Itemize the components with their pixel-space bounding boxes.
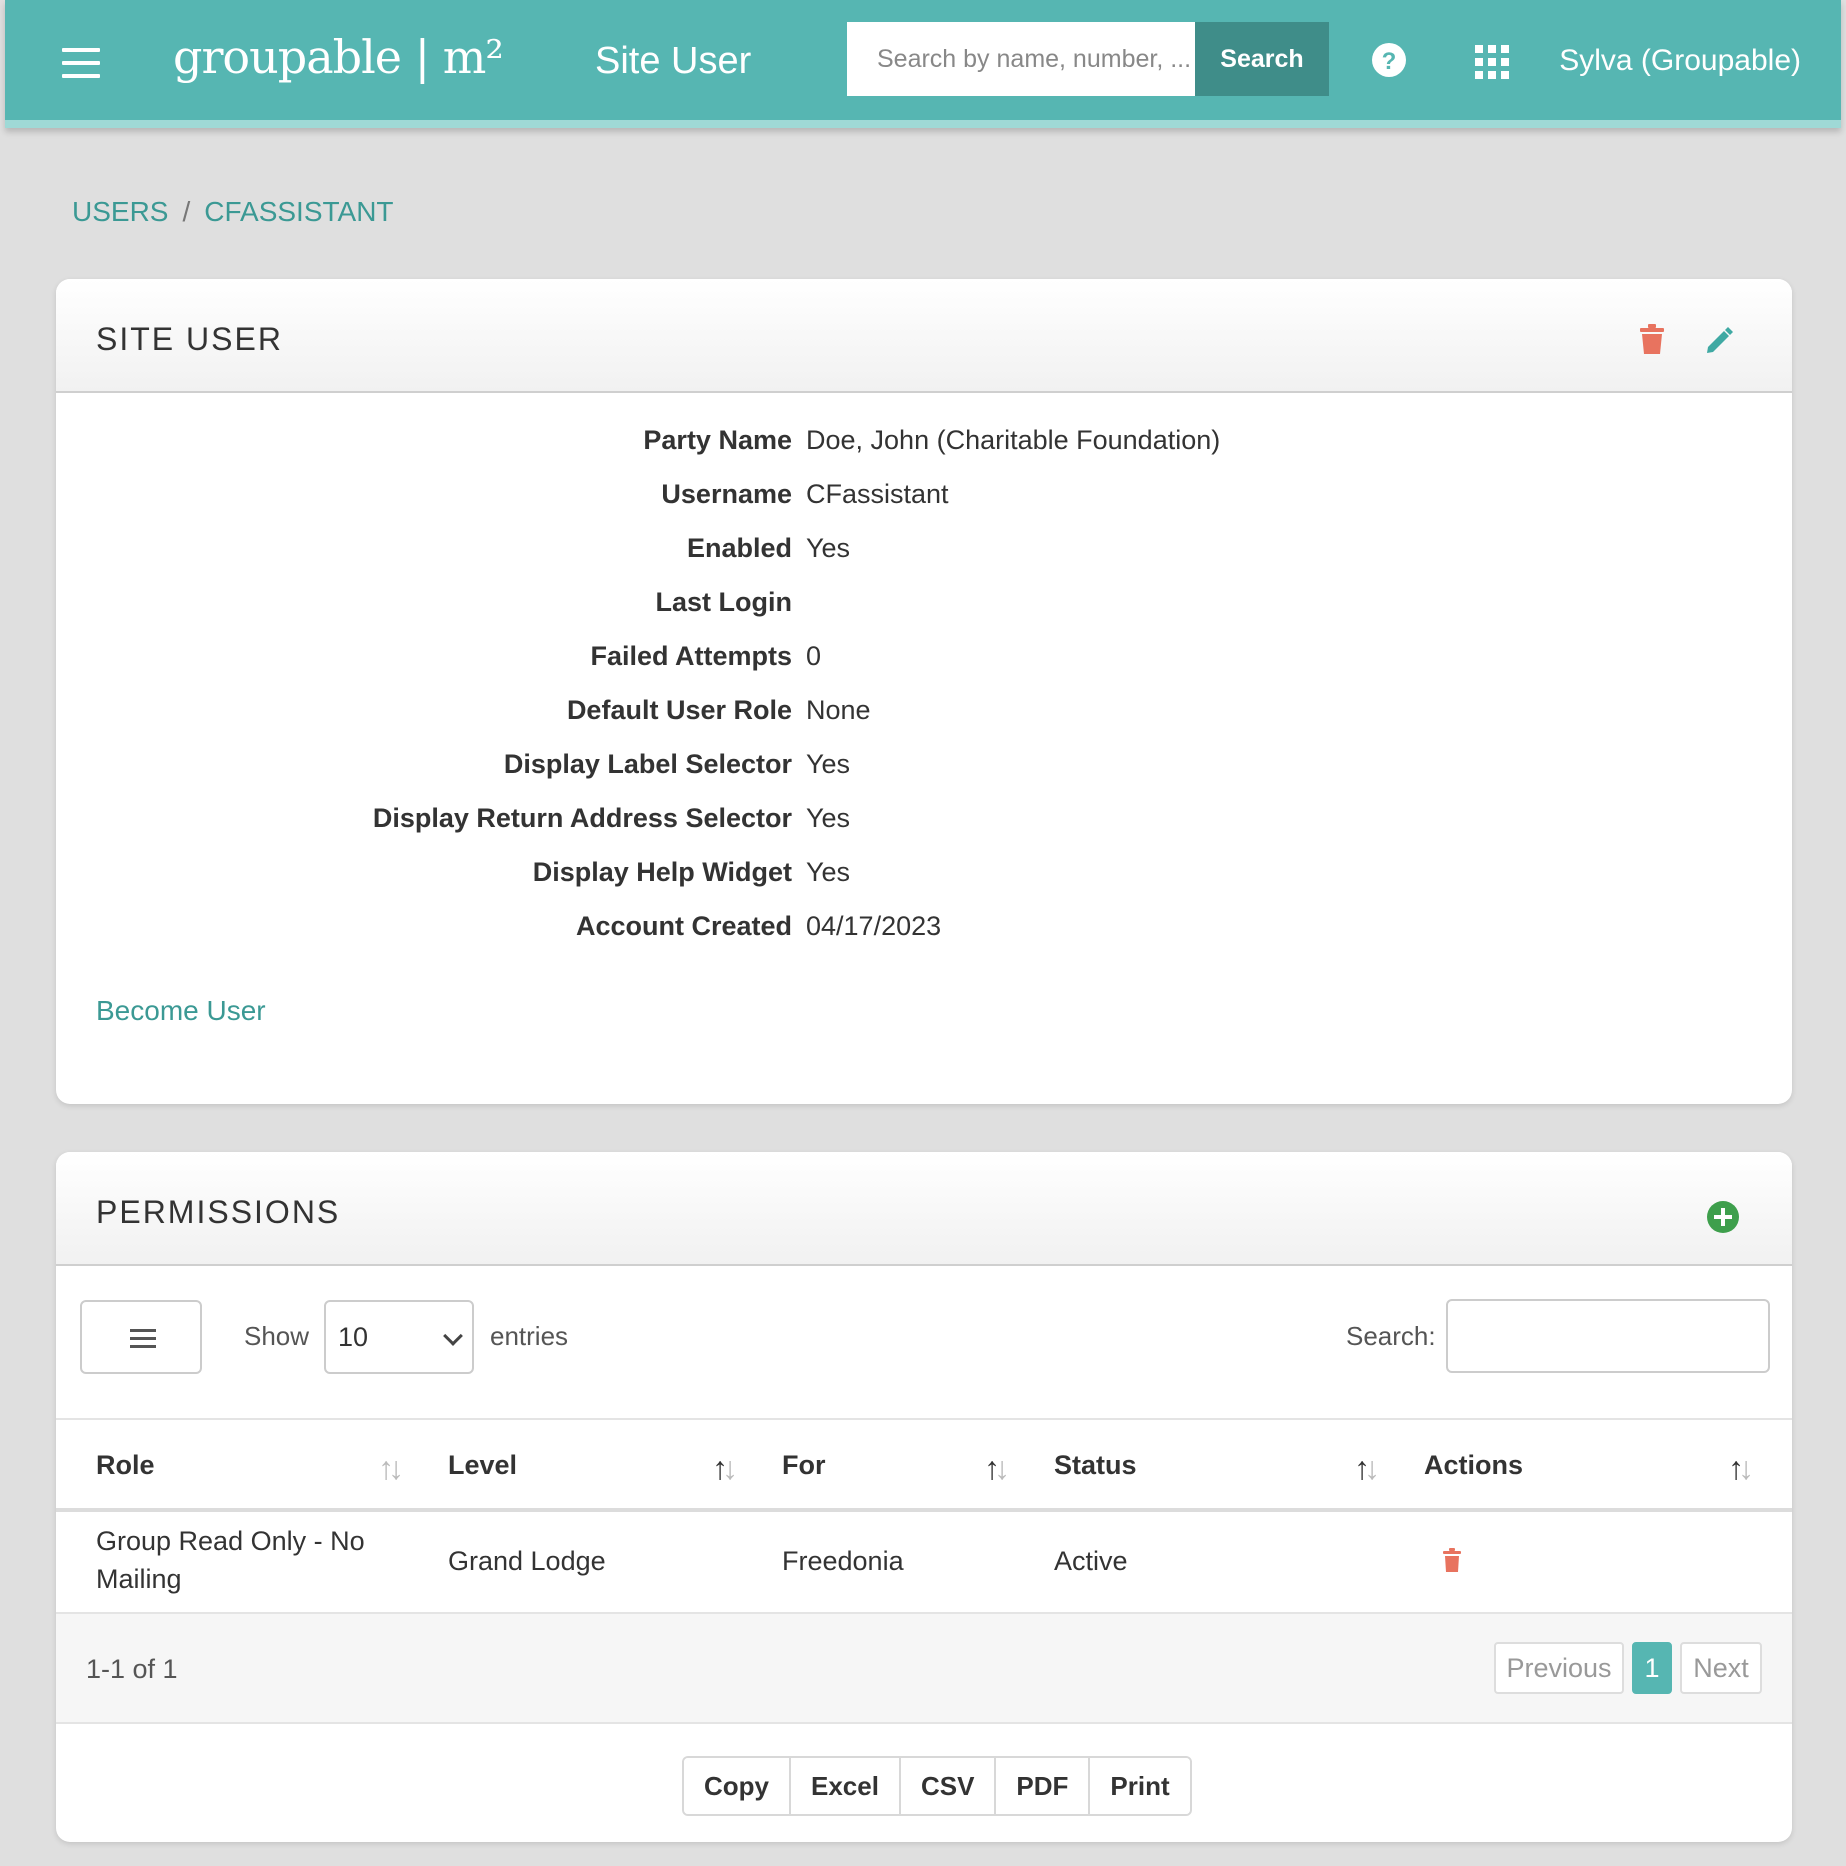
page-1-button[interactable]: 1	[1632, 1642, 1672, 1694]
detail-value: 0	[806, 641, 822, 671]
column-header-actions[interactable]: Actions	[1424, 1450, 1523, 1481]
detail-label: Last Login	[655, 587, 793, 617]
detail-row-display-help-widget: Display Help Widget Yes	[56, 857, 1792, 911]
table-search-label: Search:	[1346, 1321, 1436, 1351]
csv-button[interactable]: CSV	[900, 1758, 997, 1814]
detail-row-last-login: Last Login	[56, 587, 1792, 641]
add-permission-plus-icon[interactable]	[1706, 1200, 1740, 1234]
column-header-status[interactable]: Status	[1054, 1450, 1137, 1481]
entries-per-page-select[interactable]: 10	[324, 1300, 474, 1374]
permissions-card: PERMISSIONS Show 10 entries Search: Role…	[56, 1152, 1792, 1842]
detail-label: Account Created	[575, 911, 792, 941]
top-navbar: groupable | m² Site User Search ? Sylva …	[5, 0, 1841, 128]
detail-value: Doe, John (Charitable Foundation)	[806, 425, 1221, 455]
table-info: 1-1 of 1	[86, 1654, 178, 1684]
permissions-title: PERMISSIONS	[96, 1194, 341, 1230]
breadcrumb-current-link[interactable]: CFASSISTANT	[204, 196, 393, 227]
breadcrumb: USERS / CFASSISTANT	[72, 196, 394, 228]
detail-value: Yes	[806, 533, 851, 563]
edit-pencil-icon[interactable]	[1704, 326, 1734, 356]
detail-value: CFassistant	[806, 479, 949, 509]
sort-icon[interactable]: ↑↓	[378, 1450, 404, 1487]
cell-level: Grand Lodge	[448, 1546, 606, 1576]
breadcrumb-users-link[interactable]: USERS	[72, 196, 168, 227]
detail-label: Username	[661, 479, 792, 509]
breadcrumb-separator: /	[182, 196, 191, 227]
site-user-details: Party Name Doe, John (Charitable Foundat…	[56, 425, 1792, 965]
detail-value: Yes	[806, 749, 851, 779]
column-header-level[interactable]: Level	[448, 1450, 517, 1481]
column-header-for[interactable]: For	[782, 1450, 826, 1481]
detail-value: 04/17/2023	[806, 911, 942, 941]
become-user-link[interactable]: Become User	[96, 995, 266, 1027]
site-user-card: SITE USER Party Name Doe, John (Charitab…	[56, 279, 1792, 1104]
next-page-button[interactable]: Next	[1680, 1642, 1762, 1694]
cell-for: Freedonia	[782, 1546, 904, 1576]
detail-label: Failed Attempts	[590, 641, 792, 671]
detail-value: Yes	[806, 857, 851, 887]
sort-icon[interactable]: ↑↓	[1354, 1450, 1380, 1487]
table-row: Group Read Only - No Mailing Grand Lodge…	[56, 1512, 1792, 1614]
chevron-down-icon	[443, 1326, 463, 1346]
help-icon[interactable]: ?	[1371, 42, 1407, 78]
table-footer: 1-1 of 1 Previous 1 Next	[56, 1614, 1792, 1724]
sort-icon[interactable]: ↑↓	[712, 1450, 738, 1487]
site-user-card-header: SITE USER	[56, 279, 1792, 393]
detail-label: Party Name	[643, 425, 792, 455]
delete-permission-trash-icon[interactable]	[1443, 1548, 1461, 1572]
menu-icon[interactable]	[62, 48, 100, 78]
permissions-card-header: PERMISSIONS	[56, 1152, 1792, 1266]
detail-label: Display Return Address Selector	[372, 803, 792, 833]
detail-row-party-name: Party Name Doe, John (Charitable Foundat…	[56, 425, 1792, 479]
sort-icon[interactable]: ↑↓	[1728, 1450, 1754, 1487]
table-search-input[interactable]	[1446, 1299, 1770, 1373]
detail-row-default-user-role: Default User Role None	[56, 695, 1792, 749]
sort-icon[interactable]: ↑↓	[984, 1450, 1010, 1487]
delete-user-trash-icon[interactable]	[1640, 324, 1664, 354]
cell-status: Active	[1054, 1546, 1128, 1576]
previous-page-button[interactable]: Previous	[1494, 1642, 1624, 1694]
export-button-group: Copy Excel CSV PDF Print	[682, 1756, 1192, 1816]
entries-label: entries	[490, 1321, 569, 1351]
svg-text:?: ?	[1382, 48, 1397, 75]
user-menu[interactable]: Sylva (Groupable)	[1559, 44, 1801, 78]
detail-row-display-return-address-selector: Display Return Address Selector Yes	[56, 803, 1792, 857]
entries-select-value: 10	[338, 1322, 369, 1352]
logo[interactable]: groupable | m²	[173, 30, 504, 84]
detail-label: Default User Role	[566, 695, 792, 725]
detail-row-account-created: Account Created 04/17/2023	[56, 911, 1792, 965]
pdf-button[interactable]: PDF	[996, 1758, 1091, 1814]
search-button[interactable]: Search	[1195, 22, 1329, 96]
print-button[interactable]: Print	[1090, 1758, 1190, 1814]
detail-label: Display Label Selector	[503, 749, 792, 779]
excel-button[interactable]: Excel	[791, 1758, 901, 1814]
detail-row-failed-attempts: Failed Attempts 0	[56, 641, 1792, 695]
table-header-row: Role ↑↓ Level ↑↓ For ↑↓ Status ↑↓ Action…	[56, 1418, 1792, 1512]
detail-row-display-label-selector: Display Label Selector Yes	[56, 749, 1792, 803]
apps-grid-icon[interactable]	[1475, 45, 1509, 79]
detail-label: Enabled	[686, 533, 792, 563]
cell-role: Group Read Only - No Mailing	[96, 1526, 365, 1594]
app-title: Site User	[595, 40, 752, 82]
site-user-title: SITE USER	[96, 321, 283, 357]
detail-row-username: Username CFassistant	[56, 479, 1792, 533]
detail-row-enabled: Enabled Yes	[56, 533, 1792, 587]
detail-value: None	[806, 695, 871, 725]
show-label: Show	[244, 1321, 310, 1351]
column-header-role[interactable]: Role	[96, 1450, 155, 1481]
detail-label: Display Help Widget	[532, 857, 792, 887]
detail-value: Yes	[806, 803, 851, 833]
column-visibility-button[interactable]	[80, 1300, 202, 1374]
permissions-table: Role ↑↓ Level ↑↓ For ↑↓ Status ↑↓ Action…	[56, 1418, 1792, 1614]
copy-button[interactable]: Copy	[684, 1758, 791, 1814]
